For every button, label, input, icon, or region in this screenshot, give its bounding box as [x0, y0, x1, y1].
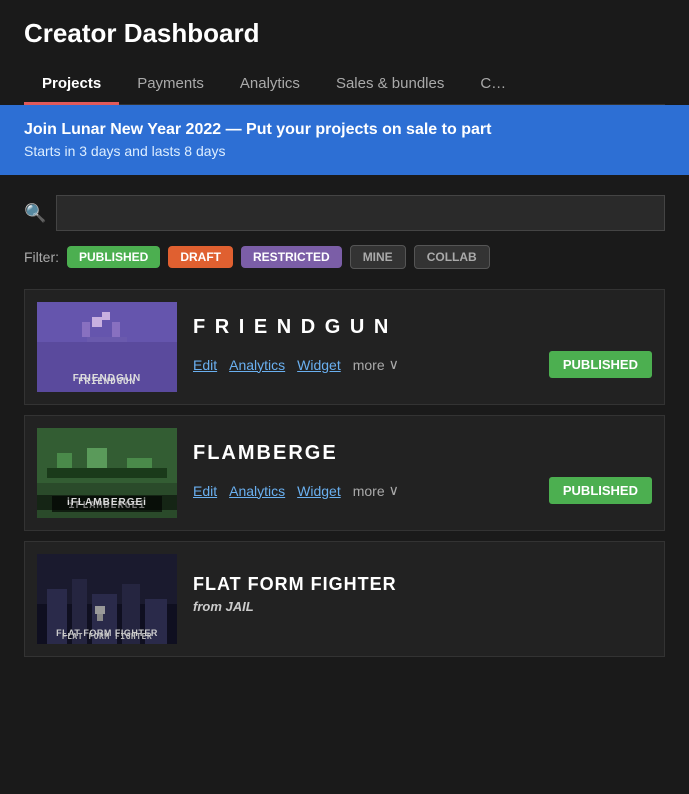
- tab-payments[interactable]: Payments: [119, 65, 222, 105]
- content-area: 🔍 Filter: PUBLISHED DRAFT RESTRICTED MIN…: [0, 175, 689, 687]
- project-name-flamberge: FLAMBERGE: [193, 442, 652, 465]
- project-actions-friendgun: Edit Analytics Widget more ∨ PUBLISHED: [193, 351, 652, 378]
- project-info-flamberge: FLAMBERGE Edit Analytics Widget more ∨ P…: [193, 442, 652, 504]
- filter-label: Filter:: [24, 249, 59, 265]
- chevron-down-icon-flamberge: ∨: [389, 482, 399, 499]
- tab-analytics[interactable]: Analytics: [222, 65, 318, 105]
- project-name-friendgun: F R I E N D G U N: [193, 316, 652, 339]
- svg-text:FRIENDGUN: FRIENDGUN: [78, 377, 136, 387]
- project-info-flatform: FLAT FORM FIGHTER from JAIL: [193, 574, 652, 624]
- search-row: 🔍: [24, 195, 665, 231]
- widget-link-flamberge[interactable]: Widget: [297, 483, 341, 499]
- more-label-flamberge: more: [353, 483, 385, 499]
- page-title: Creator Dashboard: [24, 18, 665, 49]
- more-dropdown-flamberge[interactable]: more ∨: [353, 482, 399, 499]
- filter-draft[interactable]: DRAFT: [168, 246, 233, 268]
- more-label-friendgun: more: [353, 357, 385, 373]
- project-thumbnail-friendgun: FRIENDGUN: [37, 302, 177, 392]
- banner-dash: — Put your projects on sale to part: [226, 121, 492, 138]
- more-dropdown-friendgun[interactable]: more ∨: [353, 356, 399, 373]
- filter-mine[interactable]: MINE: [350, 245, 406, 269]
- analytics-link-friendgun[interactable]: Analytics: [229, 357, 285, 373]
- status-badge-flamberge: PUBLISHED: [549, 477, 652, 504]
- meta-prefix: from: [193, 599, 226, 614]
- project-card-flamberge: iFLAMBERGEi FLAMBERGE Edit Analytics Wid…: [24, 415, 665, 531]
- project-name-flatform: FLAT FORM FIGHTER: [193, 574, 652, 595]
- project-card-friendgun: FRIENDGUN F R I E N D G U N Edit Analyti…: [24, 289, 665, 405]
- edit-link-friendgun[interactable]: Edit: [193, 357, 217, 373]
- search-icon: 🔍: [24, 203, 46, 224]
- nav-tabs: Projects Payments Analytics Sales & bund…: [24, 65, 665, 105]
- tab-more[interactable]: C…: [462, 65, 524, 105]
- chevron-down-icon: ∨: [389, 356, 399, 373]
- meta-source: JAIL: [226, 599, 254, 614]
- banner-title: Join Lunar New Year 2022 — Put your proj…: [24, 121, 665, 139]
- tab-sales-bundles[interactable]: Sales & bundles: [318, 65, 462, 105]
- project-actions-flamberge: Edit Analytics Widget more ∨ PUBLISHED: [193, 477, 652, 504]
- tab-projects[interactable]: Projects: [24, 65, 119, 105]
- svg-text:iFLAMBERGEi: iFLAMBERGEi: [68, 499, 145, 511]
- analytics-link-flamberge[interactable]: Analytics: [229, 483, 285, 499]
- svg-text:FLAT FORM FIGHTER: FLAT FORM FIGHTER: [62, 632, 152, 641]
- search-input[interactable]: [56, 195, 665, 231]
- status-badge-friendgun: PUBLISHED: [549, 351, 652, 378]
- header: Creator Dashboard Projects Payments Anal…: [0, 0, 689, 105]
- edit-link-flamberge[interactable]: Edit: [193, 483, 217, 499]
- project-thumbnail-flamberge: iFLAMBERGEi: [37, 428, 177, 518]
- promo-banner[interactable]: Join Lunar New Year 2022 — Put your proj…: [0, 105, 689, 175]
- filter-published[interactable]: PUBLISHED: [67, 246, 160, 268]
- widget-link-friendgun[interactable]: Widget: [297, 357, 341, 373]
- filter-row: Filter: PUBLISHED DRAFT RESTRICTED MINE …: [24, 245, 665, 269]
- filter-restricted[interactable]: RESTRICTED: [241, 246, 342, 268]
- filter-collab[interactable]: COLLAB: [414, 245, 490, 269]
- project-card-flatform: FLAT FORM FIGHTER FLAT FORM FIGHTER from…: [24, 541, 665, 657]
- banner-subtitle: Starts in 3 days and lasts 8 days: [24, 143, 665, 159]
- project-info-friendgun: F R I E N D G U N Edit Analytics Widget …: [193, 316, 652, 378]
- project-meta-flatform: from JAIL: [193, 599, 652, 614]
- project-thumbnail-flatform: FLAT FORM FIGHTER: [37, 554, 177, 644]
